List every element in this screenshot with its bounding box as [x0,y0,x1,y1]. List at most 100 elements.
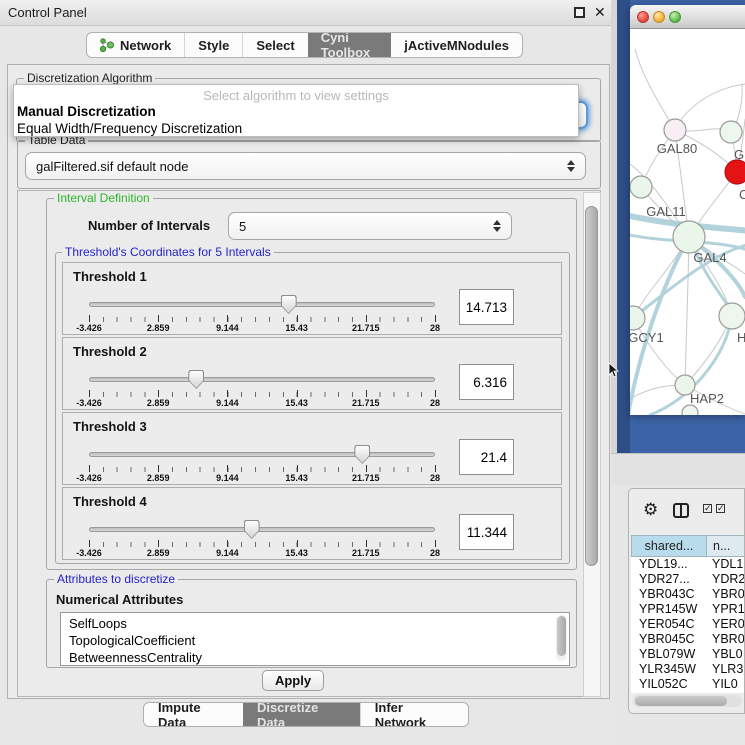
tab-network-label: Network [120,38,171,53]
network-icon [100,37,114,53]
close-traffic-light-icon[interactable] [637,11,649,23]
threshold-4-box: Threshold 4 -3.4262.8599.14415.4321.7152… [62,487,562,560]
minimize-traffic-light-icon[interactable] [653,11,665,23]
discretization-algorithm-label: Discretization Algorithm [24,71,155,85]
popup-placeholder-option[interactable]: Select algorithm to view settings [14,88,578,103]
table-row[interactable]: YDR27...YDR2 [631,572,745,587]
node-label-c: C [739,187,745,202]
combo-spinner-icon [566,159,575,173]
slider-thumb[interactable] [188,370,204,389]
panel-title: Control Panel [8,5,87,20]
checkbox-icon[interactable]: ✓ [703,504,712,513]
thresholds-group-label: Threshold's Coordinates for 5 Intervals [62,245,274,259]
table-body[interactable]: YDL19...YDL1 YDR27...YDR2 YBR043CYBR0 YP… [631,557,745,693]
column-header-shared-name[interactable]: shared... [631,535,707,557]
threshold-2-scale: -3.4262.8599.14415.4321.71528 [89,398,435,408]
threshold-3-box: Threshold 3 -3.4262.8599.14415.4321.7152… [62,412,562,485]
table-row[interactable]: YIL052CYIL0 [631,677,745,692]
tab-impute-data[interactable]: Impute Data [144,703,243,726]
threshold-1-value-field[interactable] [459,289,514,325]
threshold-4-value-field[interactable] [459,514,514,550]
table-row[interactable]: YBR043CYBR0 [631,587,745,602]
node-label-gal80: GAL80 [657,141,697,156]
threshold-3-label: Threshold 3 [73,419,147,434]
number-of-intervals-combo[interactable]: 5 [228,212,512,240]
table-row[interactable]: YLR345WYLR3 [631,662,745,677]
popup-option-manual[interactable]: Manual Discretization [17,104,156,119]
attributes-group-label: Attributes to discretize [54,572,178,586]
threshold-4-label: Threshold 4 [73,494,147,509]
threshold-3-slider[interactable] [89,443,435,467]
threshold-4-scale: -3.4262.8599.14415.4321.71528 [89,548,435,558]
node-gal80[interactable] [664,119,686,141]
table-panel-bar: Table Panel [611,453,745,485]
tab-style[interactable]: Style [184,33,242,57]
column-header-name[interactable]: n... [707,535,745,557]
tab-cyni-toolbox[interactable]: Cyni Toolbox [308,33,392,57]
node-label-hap2: HAP2 [690,391,724,406]
list-item[interactable]: SelfLoops [69,616,127,631]
table-row[interactable]: YBL079WYBL0 [631,647,745,662]
main-scrollbar-thumb[interactable] [585,206,598,566]
node-label-gal4: GAL4 [693,250,726,265]
bottom-tab-bar: Impute Data Discretize Data Infer Networ… [143,702,469,727]
node-bottom[interactable] [682,405,698,415]
node-label-h: H [737,330,745,345]
float-window-icon[interactable] [574,7,585,18]
threshold-4-slider[interactable] [89,518,435,542]
table-row[interactable]: YER054CYER0 [631,617,745,632]
tab-network[interactable]: Network [87,33,184,57]
list-scrollbar[interactable] [556,615,567,661]
apply-button[interactable]: Apply [262,670,324,691]
node-top-right[interactable] [720,121,742,143]
combo-spinner-icon [492,219,501,233]
number-of-intervals-label: Number of Intervals [88,218,210,233]
number-of-intervals-value: 5 [239,219,492,234]
threshold-3-value-field[interactable] [459,439,514,475]
popup-option-equal-width[interactable]: Equal Width/Frequency Discretization [17,121,242,136]
node-label-gcy1: GCY1 [630,330,664,345]
list-item[interactable]: TopologicalCoefficient [69,633,195,648]
threshold-1-scale: -3.4262.8599.14415.4321.71528 [89,323,435,333]
list-item[interactable]: BetweennessCentrality [69,650,202,665]
threshold-1-box: Threshold 1 -3.4262.8599.14415.4321.7152… [62,262,562,335]
threshold-2-slider[interactable] [89,368,435,392]
threshold-2-label: Threshold 2 [73,344,147,359]
table-panel-window: ⚙ ✓ ✓ shared... n... YDL19...YDL1 YDR27.… [628,488,745,714]
table-horizontal-scrollbar[interactable] [633,695,742,707]
tab-infer-network[interactable]: Infer Network [360,703,468,726]
top-tab-bar: Network Style Select Cyni Toolbox jActiv… [86,32,523,58]
node-gal4[interactable] [673,221,705,253]
node-gal11[interactable] [630,176,652,198]
threshold-1-slider[interactable] [89,293,435,317]
table-data-combo[interactable]: galFiltered.sif default node [25,152,586,180]
table-row[interactable]: YPR145WYPR1 [631,602,745,617]
split-columns-icon[interactable] [673,503,689,518]
slider-thumb[interactable] [244,520,260,539]
gear-icon[interactable]: ⚙ [643,500,658,520]
table-row[interactable]: YBR045CYBR0 [631,632,745,647]
network-canvas[interactable]: GAL80 G. C GAL11 GAL4 GCY1 H HAP2 [630,29,745,415]
checkbox-icon[interactable]: ✓ [716,504,725,513]
table-header-row: shared... n... [631,535,745,557]
zoom-traffic-light-icon[interactable] [669,11,681,23]
network-view-window: GAL80 G. C GAL11 GAL4 GCY1 H HAP2 [630,5,745,415]
close-icon[interactable]: ✕ [594,4,606,21]
control-panel-window: Control Panel ✕ Network Style Select Cyn… [0,0,617,745]
network-window-titlebar[interactable] [630,5,745,29]
node-right-mid[interactable] [719,303,745,329]
numerical-attributes-list[interactable]: SelfLoops TopologicalCoefficient Between… [60,612,570,666]
slider-thumb[interactable] [354,445,370,464]
tab-discretize-data[interactable]: Discretize Data [243,703,360,726]
table-row[interactable]: YDL19...YDL1 [631,557,745,572]
node-red-selected[interactable] [725,160,745,184]
threshold-1-label: Threshold 1 [73,269,147,284]
algorithm-dropdown-popup: Select algorithm to view settings Manual… [13,84,579,137]
slider-thumb[interactable] [281,295,297,314]
node-label-g: G. [734,147,745,162]
tab-select[interactable]: Select [242,33,307,57]
tab-jactivemnodules[interactable]: jActiveMNodules [391,33,522,57]
table-data-value: galFiltered.sif default node [36,159,566,174]
threshold-2-value-field[interactable] [459,364,514,400]
interval-definition-label: Interval Definition [54,191,153,205]
